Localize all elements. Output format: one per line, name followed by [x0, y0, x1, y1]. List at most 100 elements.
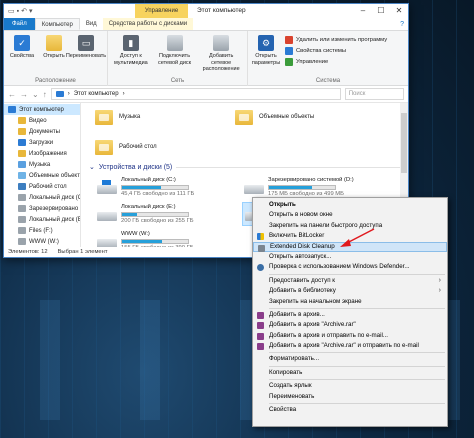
- menu-item-label: Проверка с использованием Windows Defend…: [269, 263, 410, 271]
- folder-label: Рабочий стол: [119, 144, 157, 150]
- menu-item-label: Копировать: [269, 368, 303, 376]
- drive-tile[interactable]: Локальный диск (C:) 45,4 ГБ свободно из 1…: [95, 175, 242, 199]
- context-menu-item[interactable]: Extended Disk Cleanup: [253, 241, 447, 252]
- properties-label: Свойства: [9, 53, 35, 59]
- media-access-label: Доступ к мультимедиа: [113, 53, 148, 66]
- nav-item-label: Документы: [29, 128, 60, 135]
- nav-item[interactable]: Локальный диск (C:): [4, 192, 80, 203]
- nav-item[interactable]: Видео: [4, 115, 80, 126]
- manage-label: Управление: [296, 59, 329, 65]
- open-button[interactable]: Открыть: [39, 33, 69, 60]
- folder-label: Музыка: [119, 114, 141, 120]
- forward-arrow-icon[interactable]: →: [20, 90, 28, 99]
- recent-dropdown-icon[interactable]: ⌄: [32, 90, 39, 99]
- music-folder-icon: [95, 109, 113, 125]
- drive-tile[interactable]: Локальный диск (E:) 200 ГБ свободно из 25…: [95, 202, 242, 226]
- up-arrow-icon[interactable]: ↑: [43, 90, 47, 99]
- add-network-location-button[interactable]: Добавить сетевое расположение: [198, 33, 244, 73]
- dropdown-icon[interactable]: ▾: [29, 8, 33, 15]
- address-bar-row: ← → ⌄ ↑ › Этот компьютер › Поиск: [4, 86, 408, 103]
- network-drive-icon: [166, 35, 183, 51]
- manage-context-tab[interactable]: Управление: [135, 4, 188, 18]
- context-menu-item[interactable]: Добавить в архив и отправить по e-mail..…: [253, 331, 447, 341]
- drive-usage-bar: [121, 211, 189, 217]
- help-icon[interactable]: ?: [400, 18, 404, 31]
- download-icon: [18, 139, 26, 146]
- desktop-icon: [18, 183, 26, 190]
- save-icon[interactable]: ▪: [17, 8, 19, 15]
- open-settings-button[interactable]: ⚙ Открыть параметры: [251, 33, 281, 66]
- menu-item-label: Закрепить на начальном экране: [269, 297, 362, 305]
- rar-icon: [257, 311, 264, 319]
- context-menu-item[interactable]: Открыть в новом окне: [253, 210, 447, 220]
- context-menu-item[interactable]: Включить BitLocker: [253, 231, 447, 241]
- nav-item[interactable]: Локальный диск (E:): [4, 214, 80, 225]
- nav-item[interactable]: Зарезервировано системой: [4, 203, 80, 214]
- tab-view[interactable]: Вид: [80, 18, 103, 30]
- context-menu-item[interactable]: Добавить в архив "Archive.rar" и отправи…: [253, 341, 447, 351]
- drive-usage-fill: [122, 185, 161, 189]
- context-menu-item[interactable]: Создать ярлык: [253, 381, 447, 391]
- nav-item[interactable]: Files (F:): [4, 225, 80, 236]
- undo-icon[interactable]: ↶: [21, 8, 27, 15]
- tab-file[interactable]: Файл: [4, 18, 35, 30]
- nav-item[interactable]: Загрузки: [4, 137, 80, 148]
- status-selected-count: Выбран 1 элемент: [57, 249, 108, 255]
- scrollbar-thumb[interactable]: [401, 113, 407, 173]
- context-menu-item[interactable]: Добавить в архив "Archive.rar": [253, 320, 447, 330]
- context-menu-item[interactable]: Открыть: [253, 200, 447, 210]
- nav-item[interactable]: Этот компьютер: [4, 104, 80, 115]
- shield-icon: [257, 233, 264, 241]
- nav-item-label: Загрузки: [29, 139, 54, 146]
- map-network-drive-button[interactable]: Подключить сетевой диск: [153, 33, 197, 73]
- properties-button[interactable]: ✓ Свойства: [7, 33, 37, 60]
- objects-icon: [18, 172, 26, 179]
- back-arrow-icon[interactable]: ←: [8, 90, 16, 99]
- nav-item[interactable]: Документы: [4, 126, 80, 137]
- search-input[interactable]: Поиск: [344, 88, 404, 100]
- context-menu-item[interactable]: Копировать: [253, 368, 447, 378]
- network-location-icon: [213, 35, 230, 51]
- context-menu-item[interactable]: Свойства: [253, 405, 447, 415]
- folder-label: Объемные объекты: [259, 114, 315, 120]
- context-menu-item[interactable]: Предоставить доступ к ›: [253, 276, 447, 286]
- context-menu-item[interactable]: Закрепить на начальном экране: [253, 297, 447, 307]
- navigation-buttons: ← → ⌄ ↑: [8, 90, 47, 99]
- close-button[interactable]: ✕: [390, 4, 408, 18]
- context-menu-item[interactable]: Открыть автозапуск...: [253, 252, 447, 262]
- quick-access-toolbar: ▭ ▪ ↶ ▾: [4, 8, 33, 15]
- folder-3d-objects[interactable]: Объемные объекты: [235, 105, 375, 129]
- map-drive-label: Подключить сетевой диск: [157, 53, 192, 66]
- breadcrumb-path[interactable]: Этот компьютер: [74, 91, 119, 97]
- folder-desktop[interactable]: Рабочий стол: [95, 135, 235, 159]
- manage-button[interactable]: Управление: [285, 58, 387, 66]
- context-menu-item[interactable]: Закрепить на панели быстрого доступа: [253, 221, 447, 231]
- tab-drive-tools[interactable]: Средства работы с дисками: [102, 18, 194, 30]
- nav-item[interactable]: Рабочий стол: [4, 181, 80, 192]
- rename-button[interactable]: ▭ Переименовать: [66, 33, 106, 60]
- uninstall-program-button[interactable]: Удалить или изменить программу: [285, 36, 387, 44]
- folder-music[interactable]: Музыка: [95, 105, 235, 129]
- ribbon: ✓ Свойства Открыть ▭ Переименовать Распо…: [4, 31, 408, 86]
- menu-item-label: Форматировать...: [269, 355, 320, 363]
- context-menu-item[interactable]: Добавить в библиотеку ›: [253, 286, 447, 296]
- context-menu-item[interactable]: Форматировать...: [253, 354, 447, 364]
- devices-section-header[interactable]: ⌄ Устройства и диски (5): [89, 163, 408, 171]
- context-menu-item[interactable]: Добавить в архив...: [253, 310, 447, 320]
- tab-computer[interactable]: Компьютер: [34, 18, 80, 30]
- nav-item[interactable]: Изображения: [4, 148, 80, 159]
- system-properties-button[interactable]: Свойства системы: [285, 47, 387, 55]
- minimize-button[interactable]: –: [354, 4, 372, 18]
- nav-item[interactable]: Музыка: [4, 159, 80, 170]
- drive-tile[interactable]: Зарезервировано системой (D:) 175 МБ своб…: [242, 175, 389, 199]
- maximize-button[interactable]: ☐: [372, 4, 390, 18]
- nav-item[interactable]: Объемные объекты: [4, 170, 80, 181]
- address-bar[interactable]: › Этот компьютер ›: [50, 88, 341, 100]
- context-menu-item[interactable]: Переименовать: [253, 392, 447, 402]
- context-menu-item[interactable]: Проверка с использованием Windows Defend…: [253, 262, 447, 272]
- title-bar: ▭ ▪ ↶ ▾ Управление Этот компьютер – ☐ ✕: [4, 4, 408, 18]
- nav-item[interactable]: WWW (W:): [4, 236, 80, 247]
- drive-usage-bar: [121, 238, 189, 244]
- media-access-button[interactable]: ▮ Доступ к мультимедиа: [111, 33, 151, 73]
- nav-item-label: Локальный диск (E:): [29, 216, 81, 223]
